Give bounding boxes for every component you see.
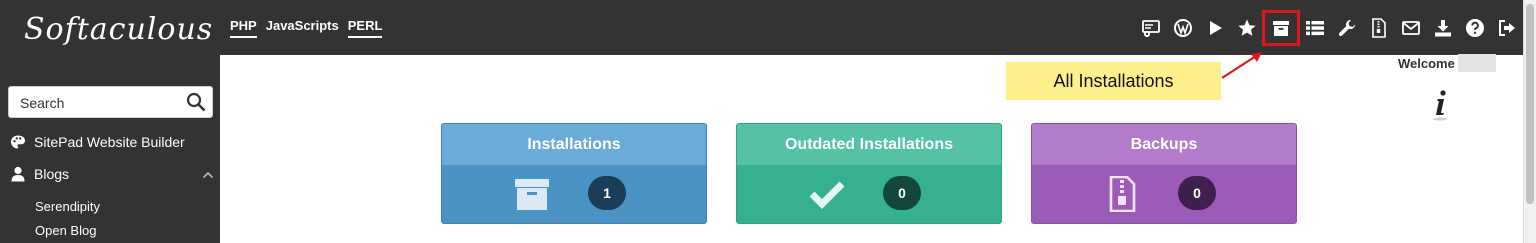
user-icon (11, 166, 25, 182)
search-box (8, 86, 213, 118)
card-body: 1 (442, 165, 706, 223)
palette-icon (11, 135, 25, 149)
list-button[interactable] (1299, 14, 1331, 42)
perl-link[interactable]: PERL (347, 18, 383, 38)
star-icon (1238, 19, 1256, 36)
zip-file-icon (1372, 18, 1386, 38)
card-title: Installations (442, 124, 706, 165)
all-installations-button[interactable] (1262, 10, 1300, 46)
logout-button[interactable] (1491, 14, 1523, 42)
play-icon (1210, 21, 1222, 35)
username-redacted (1458, 54, 1496, 72)
card-body: 0 (737, 165, 1001, 223)
javascripts-link[interactable]: JavaScripts (266, 18, 339, 38)
wordpress-icon (1174, 19, 1192, 37)
search-icon[interactable] (186, 92, 206, 112)
card-body: 0 (1032, 165, 1296, 223)
sidebar-item-label: SitePad Website Builder (34, 134, 185, 150)
help-icon (1466, 19, 1484, 37)
search-input[interactable] (20, 93, 180, 113)
sign-out-icon (1499, 20, 1515, 36)
all-installations-tooltip: All Installations (1006, 62, 1221, 100)
installations-count: 1 (588, 176, 626, 210)
sidebar-item-blogs[interactable]: Blogs (10, 166, 69, 182)
chevron-up-icon[interactable] (202, 169, 214, 181)
info-icon[interactable] (1430, 88, 1452, 122)
scrollbar-thumb[interactable] (1526, 4, 1534, 204)
wordpress-button[interactable] (1167, 14, 1199, 42)
archive-box-icon (515, 179, 549, 210)
download-icon (1435, 20, 1451, 37)
php-link[interactable]: PHP (230, 18, 257, 38)
backups-count: 0 (1178, 176, 1216, 210)
card-title: Backups (1032, 124, 1296, 165)
archive-box-icon (1273, 21, 1289, 36)
wrench-icon (1338, 20, 1355, 37)
softaculous-panel: Softaculous PHP JavaScripts PERL Search … (0, 0, 1536, 243)
softaculous-logo[interactable]: Softaculous (24, 8, 212, 56)
help-button[interactable] (1459, 14, 1491, 42)
checkmark-icon (809, 181, 845, 209)
server-gear-button[interactable] (1135, 14, 1167, 42)
sidebar: SitePad Website Builder Blogs Serendipit… (0, 55, 220, 243)
email-button[interactable] (1395, 14, 1427, 42)
server-gear-icon (1142, 20, 1160, 37)
download-button[interactable] (1427, 14, 1459, 42)
backups-button[interactable] (1363, 14, 1395, 42)
backups-card[interactable]: Backups 0 (1031, 123, 1297, 224)
sidebar-item-sitepad[interactable]: SitePad Website Builder (10, 134, 185, 150)
play-button[interactable] (1199, 14, 1231, 42)
outdated-count: 0 (883, 176, 921, 210)
settings-button[interactable] (1331, 14, 1363, 42)
favorites-button[interactable] (1231, 14, 1263, 42)
sidebar-subitem-open-blog[interactable]: Open Blog (35, 223, 96, 238)
installations-card[interactable]: Installations 1 (441, 123, 707, 224)
sidebar-item-label: Blogs (34, 166, 70, 182)
envelope-icon (1402, 21, 1420, 35)
zip-file-icon (1109, 176, 1136, 212)
list-icon (1306, 21, 1324, 36)
sidebar-subitem-serendipity[interactable]: Serendipity (35, 199, 100, 214)
annotation-arrow-icon (1221, 52, 1262, 79)
language-links: PHP JavaScripts PERL (230, 18, 383, 38)
outdated-installations-card[interactable]: Outdated Installations 0 (736, 123, 1002, 224)
welcome-label: Welcome (1398, 56, 1455, 71)
card-title: Outdated Installations (737, 124, 1001, 165)
top-bar: Softaculous PHP JavaScripts PERL (0, 0, 1523, 55)
toolbar (1135, 10, 1523, 46)
page-scrollbar[interactable] (1523, 0, 1536, 243)
